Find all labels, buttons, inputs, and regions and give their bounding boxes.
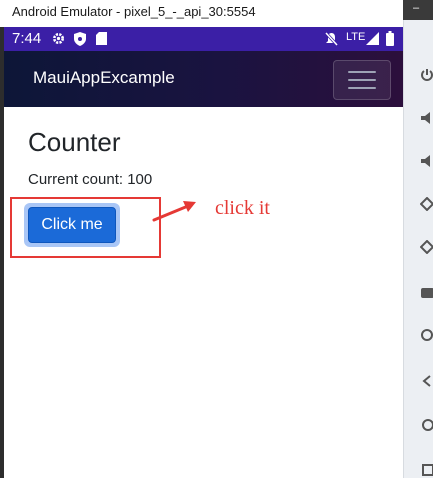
current-count-text: Current count: 100 xyxy=(28,171,153,188)
lte-signal-icon xyxy=(366,32,379,50)
annotation-note: click it xyxy=(215,197,270,219)
emulator-toolbar-header: – xyxy=(403,0,433,20)
app-title: MauiAppExcample xyxy=(33,68,175,87)
zoom-icon[interactable] xyxy=(420,328,433,342)
shield-icon xyxy=(74,32,86,51)
app-bar: MauiAppExcample xyxy=(4,51,403,107)
sd-card-icon xyxy=(96,32,107,50)
power-icon[interactable] xyxy=(420,68,433,82)
home-icon[interactable] xyxy=(420,418,433,432)
camera-icon[interactable] xyxy=(420,285,433,299)
mute-icon xyxy=(324,31,339,51)
annotation-arrow-icon xyxy=(152,201,196,222)
back-icon[interactable] xyxy=(420,374,433,388)
rotate-left-icon[interactable] xyxy=(420,197,433,211)
rotate-right-icon[interactable] xyxy=(420,240,433,254)
window-title: Android Emulator - pixel_5_-_api_30:5554 xyxy=(12,4,256,19)
volume-down-icon[interactable] xyxy=(420,154,433,168)
page-title: Counter xyxy=(28,127,121,157)
battery-icon xyxy=(386,31,394,51)
overview-icon[interactable] xyxy=(420,462,433,476)
hamburger-menu-button[interactable] xyxy=(333,60,391,100)
window-titlebar[interactable]: Android Emulator - pixel_5_-_api_30:5554 xyxy=(0,0,404,27)
network-type: LTE xyxy=(346,31,366,43)
status-time: 7:44 xyxy=(12,30,42,47)
status-bar: 7:44 LTE xyxy=(4,27,403,51)
volume-up-icon[interactable] xyxy=(420,111,433,125)
minimize-icon[interactable]: – xyxy=(413,2,419,14)
hamburger-menu-icon xyxy=(348,71,376,73)
gear-icon xyxy=(52,32,65,50)
click-me-button[interactable]: Click me xyxy=(28,207,116,243)
